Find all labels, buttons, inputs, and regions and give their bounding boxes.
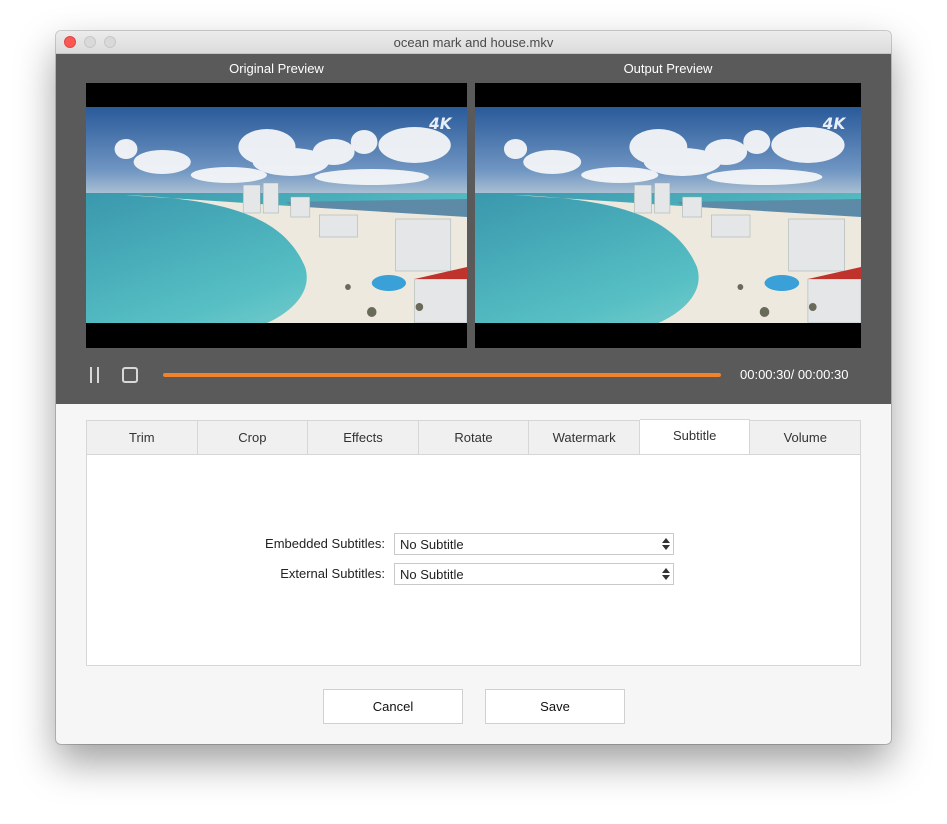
output-video-frame: 4K (475, 107, 861, 323)
output-preview-label: Output Preview (623, 61, 713, 76)
playback-progress-fill (163, 373, 721, 377)
minimize-window-button[interactable] (84, 36, 96, 48)
external-subtitles-label: External Subtitles: (280, 566, 385, 581)
tab-rotate[interactable]: Rotate (418, 420, 530, 455)
playback-controls: 00:00:30/ 00:00:30 (56, 362, 891, 392)
tab-trim[interactable]: Trim (86, 420, 198, 455)
window-title: ocean mark and house.mkv (393, 34, 554, 50)
tab-effects[interactable]: Effects (308, 420, 419, 455)
zoom-window-button[interactable] (104, 36, 116, 48)
embedded-subtitles-label: Embedded Subtitles: (265, 536, 385, 551)
tab-bar: Trim Crop Effects Rotate Watermark Subti… (86, 419, 862, 455)
original-video-frame: 4K (86, 107, 467, 323)
tab-crop[interactable]: Crop (197, 420, 309, 455)
playback-progress-bar[interactable] (163, 373, 721, 377)
watermark-4k-text: 4K (428, 115, 453, 133)
tab-watermark[interactable]: Watermark (529, 420, 640, 455)
original-preview-label: Original Preview (229, 61, 324, 76)
preview-area: Original Preview Output Preview 4K 4K 00… (56, 54, 891, 404)
title-bar[interactable]: ocean mark and house.mkv (56, 31, 891, 54)
embedded-subtitles-select[interactable]: No Subtitle (394, 533, 674, 555)
up-down-arrows-icon (662, 537, 670, 551)
embedded-subtitles-row: Embedded Subtitles: No Subtitle (87, 533, 860, 555)
edit-tabs: Trim Crop Effects Rotate Watermark Subti… (86, 419, 862, 666)
cancel-button[interactable]: Cancel (323, 689, 463, 724)
tab-volume[interactable]: Volume (750, 420, 862, 455)
stop-icon[interactable] (122, 367, 138, 383)
watermark-4k-text: 4K (822, 114, 847, 133)
external-subtitles-value: No Subtitle (400, 567, 464, 582)
external-subtitles-select[interactable]: No Subtitle (394, 563, 674, 585)
save-button[interactable]: Save (485, 689, 625, 724)
external-subtitles-row: External Subtitles: No Subtitle (87, 563, 860, 585)
time-display: 00:00:30/ 00:00:30 (740, 367, 849, 382)
window-controls (64, 36, 116, 48)
original-preview-video: 4K (86, 83, 467, 348)
up-down-arrows-icon (662, 567, 670, 581)
close-window-button[interactable] (64, 36, 76, 48)
output-preview-video: 4K (475, 83, 861, 348)
subtitle-panel: Embedded Subtitles: No Subtitle External… (86, 454, 861, 666)
editor-window: ocean mark and house.mkv Original Previe… (56, 31, 891, 744)
tab-subtitle[interactable]: Subtitle (639, 419, 751, 455)
pause-icon[interactable] (89, 367, 101, 383)
embedded-subtitles-value: No Subtitle (400, 537, 464, 552)
